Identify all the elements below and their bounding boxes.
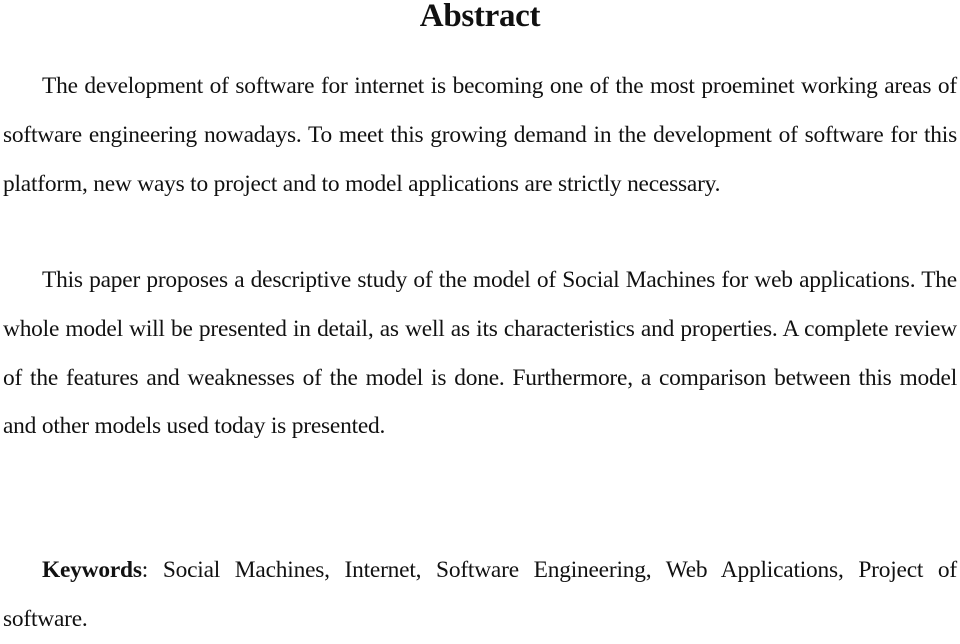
keywords-line: Keywords: Social Machines, Internet, Sof… <box>3 546 957 644</box>
keywords-separator: : <box>141 557 163 583</box>
abstract-title: Abstract <box>419 0 541 34</box>
keywords-label: Keywords <box>42 557 142 583</box>
abstract-paragraph-1: The development of software for internet… <box>3 73 957 197</box>
abstract-paragraph-2: This paper proposes a descriptive study … <box>3 267 957 440</box>
